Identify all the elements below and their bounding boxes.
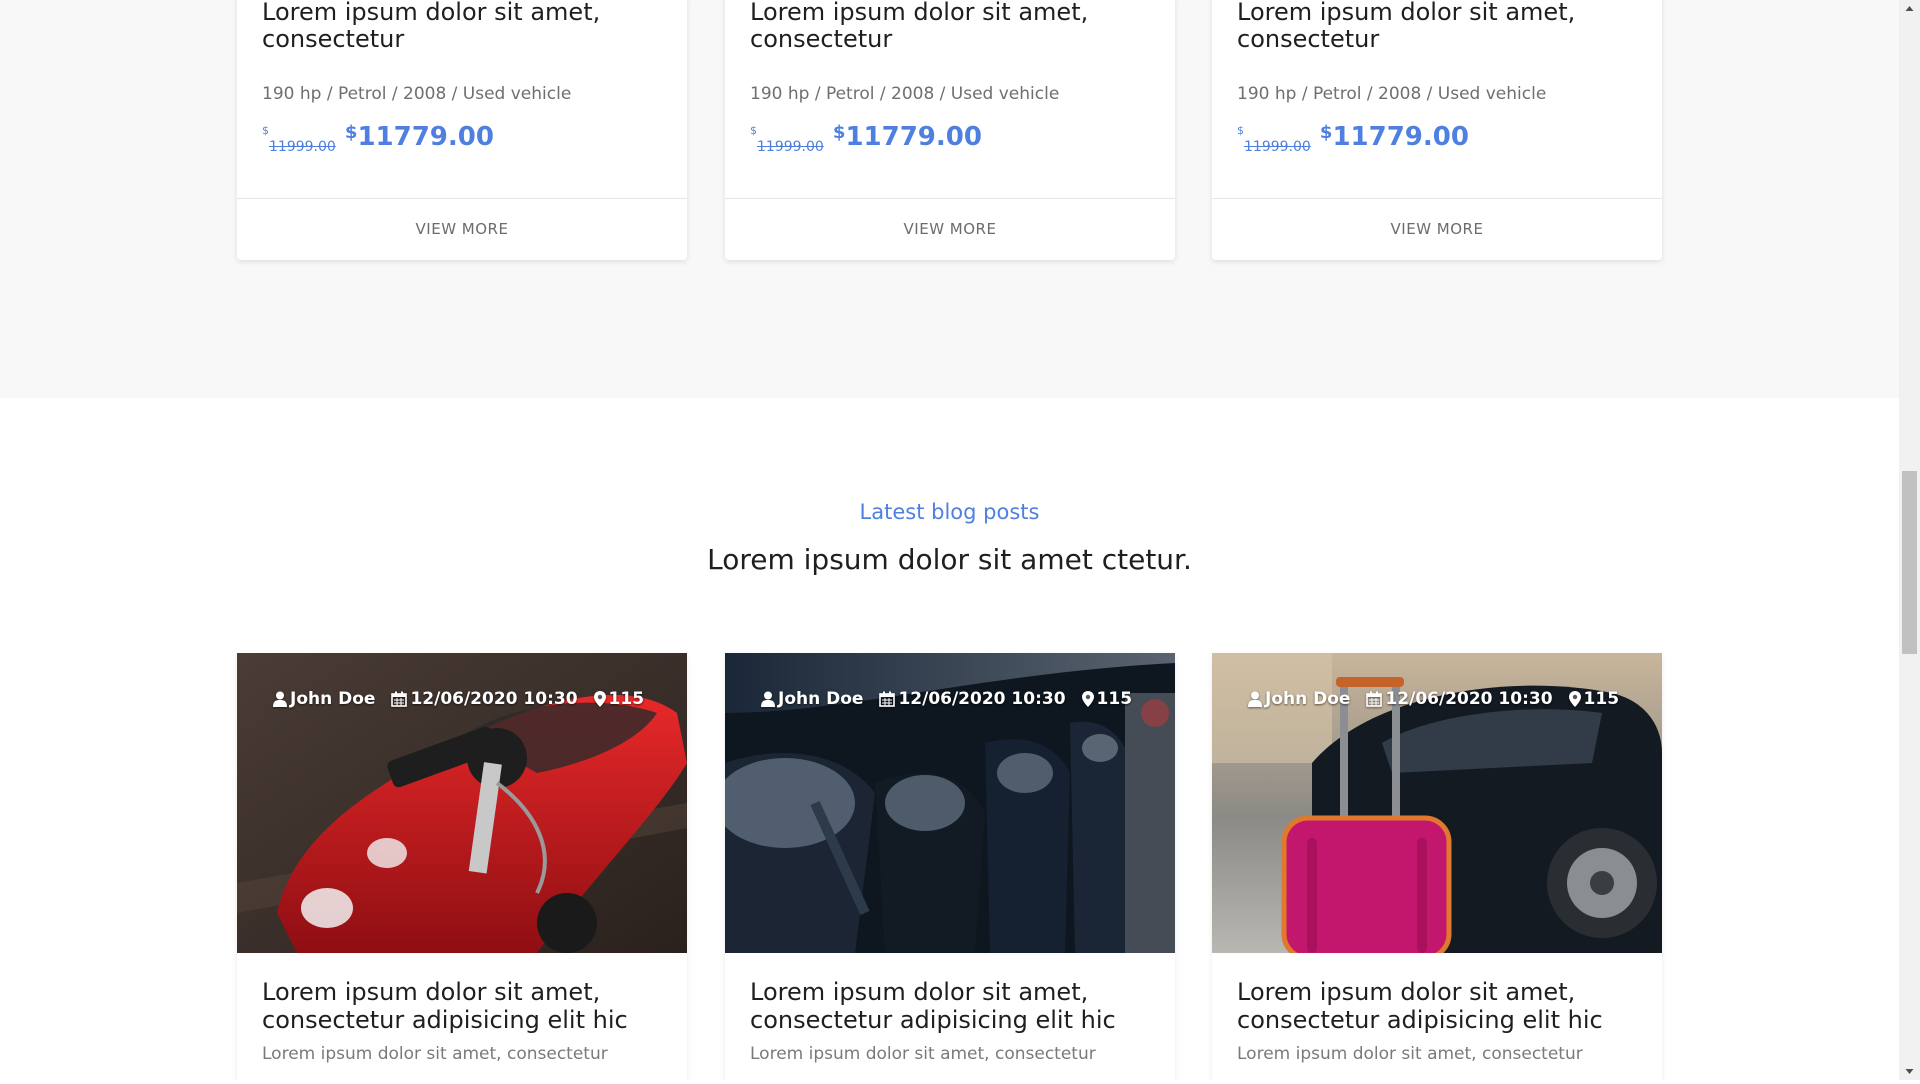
blog-card: John Doe 12/06/2020 10:30 115 Lorem ipsu… xyxy=(237,653,687,1080)
blog-heading: Lorem ipsum dolor sit amet ctetur. xyxy=(707,543,1192,576)
post-views: 115 xyxy=(1568,689,1620,709)
map-marker-icon xyxy=(1081,691,1094,707)
blog-card: John Doe 12/06/2020 10:30 115 Lorem ipsu… xyxy=(1212,653,1662,1080)
post-views-count: 115 xyxy=(1583,689,1620,709)
old-price: 11999.00 xyxy=(269,139,336,155)
blog-post-excerpt: Lorem ipsum dolor sit amet, consectetur xyxy=(750,1044,1096,1064)
post-views: 115 xyxy=(593,689,645,709)
vehicle-card: Lorem ipsum dolor sit amet, consectetur … xyxy=(725,0,1175,260)
new-price-currency: $ xyxy=(832,122,846,143)
new-price-currency: $ xyxy=(1319,122,1333,143)
vehicles-section: Lorem ipsum dolor sit amet, consectetur … xyxy=(0,0,1899,398)
post-date-text: 12/06/2020 10:30 xyxy=(1385,689,1553,709)
post-meta: John Doe 12/06/2020 10:30 115 xyxy=(761,689,1132,709)
view-more-button[interactable]: VIEW MORE xyxy=(725,199,1175,260)
vehicle-title[interactable]: Lorem ipsum dolor sit amet, consectetur xyxy=(262,0,662,53)
map-marker-icon xyxy=(593,691,606,707)
vertical-scrollbar[interactable] xyxy=(1899,0,1920,1080)
blog-eyebrow: Latest blog posts xyxy=(859,500,1040,524)
old-price-currency: $ xyxy=(1237,124,1244,137)
blog-post-image[interactable]: John Doe 12/06/2020 10:30 115 xyxy=(237,653,687,953)
vehicle-card: Lorem ipsum dolor sit amet, consectetur … xyxy=(1212,0,1662,260)
post-date-text: 12/06/2020 10:30 xyxy=(898,689,1066,709)
new-price: 11779.00 xyxy=(845,122,982,152)
blog-post-title[interactable]: Lorem ipsum dolor sit amet, consectetur … xyxy=(1237,978,1647,1034)
post-author-name: John Doe xyxy=(778,689,864,709)
page-viewport: Lorem ipsum dolor sit amet, consectetur … xyxy=(0,0,1899,1080)
calendar-icon xyxy=(1366,691,1383,707)
blog-post-title[interactable]: Lorem ipsum dolor sit amet, consectetur … xyxy=(750,978,1160,1034)
post-meta: John Doe 12/06/2020 10:30 115 xyxy=(273,689,644,709)
post-author[interactable]: John Doe xyxy=(761,689,863,709)
new-price-currency: $ xyxy=(344,122,358,143)
vehicle-price: $11999.00 $11779.00 xyxy=(750,122,982,155)
post-date: 12/06/2020 10:30 xyxy=(391,689,578,709)
post-meta: John Doe 12/06/2020 10:30 115 xyxy=(1248,689,1619,709)
blog-post-excerpt: Lorem ipsum dolor sit amet, consectetur xyxy=(1237,1044,1583,1064)
vehicle-price: $11999.00 $11779.00 xyxy=(1237,122,1469,155)
post-date: 12/06/2020 10:30 xyxy=(879,689,1066,709)
post-date: 12/06/2020 10:30 xyxy=(1366,689,1553,709)
post-author[interactable]: John Doe xyxy=(273,689,375,709)
user-icon xyxy=(1248,691,1262,707)
new-price: 11779.00 xyxy=(357,122,494,152)
blog-post-image[interactable]: John Doe 12/06/2020 10:30 115 xyxy=(725,653,1175,953)
blog-post-image[interactable]: John Doe 12/06/2020 10:30 115 xyxy=(1212,653,1662,953)
blog-post-excerpt: Lorem ipsum dolor sit amet, consectetur xyxy=(262,1044,608,1064)
new-price: 11779.00 xyxy=(1332,122,1469,152)
old-price-currency: $ xyxy=(750,124,757,137)
old-price: 11999.00 xyxy=(1244,139,1311,155)
blog-card: John Doe 12/06/2020 10:30 115 Lorem ipsu… xyxy=(725,653,1175,1080)
scrollbar-thumb[interactable] xyxy=(1902,471,1917,654)
blog-post-title[interactable]: Lorem ipsum dolor sit amet, consectetur … xyxy=(262,978,672,1034)
vehicle-title[interactable]: Lorem ipsum dolor sit amet, consectetur xyxy=(1237,0,1637,53)
user-icon xyxy=(761,691,775,707)
post-author[interactable]: John Doe xyxy=(1248,689,1350,709)
blog-section: Latest blog posts Lorem ipsum dolor sit … xyxy=(0,398,1899,1080)
scroll-up-arrow-icon[interactable] xyxy=(1899,0,1920,17)
vehicle-specs: 190 hp / Petrol / 2008 / Used vehicle xyxy=(750,84,1060,104)
vehicle-title[interactable]: Lorem ipsum dolor sit amet, consectetur xyxy=(750,0,1150,53)
map-marker-icon xyxy=(1568,691,1581,707)
calendar-icon xyxy=(391,691,408,707)
calendar-icon xyxy=(879,691,896,707)
post-views-count: 115 xyxy=(608,689,645,709)
vehicle-specs: 190 hp / Petrol / 2008 / Used vehicle xyxy=(262,84,572,104)
post-date-text: 12/06/2020 10:30 xyxy=(410,689,578,709)
post-author-name: John Doe xyxy=(1265,689,1351,709)
old-price: 11999.00 xyxy=(757,139,824,155)
view-more-button[interactable]: VIEW MORE xyxy=(1212,199,1662,260)
post-views-count: 115 xyxy=(1096,689,1133,709)
view-more-button[interactable]: VIEW MORE xyxy=(237,199,687,260)
post-author-name: John Doe xyxy=(290,689,376,709)
post-views: 115 xyxy=(1081,689,1133,709)
vehicle-card: Lorem ipsum dolor sit amet, consectetur … xyxy=(237,0,687,260)
vehicle-specs: 190 hp / Petrol / 2008 / Used vehicle xyxy=(1237,84,1547,104)
vehicle-price: $11999.00 $11779.00 xyxy=(262,122,494,155)
scroll-down-arrow-icon[interactable] xyxy=(1899,1063,1920,1080)
old-price-currency: $ xyxy=(262,124,269,137)
user-icon xyxy=(273,691,287,707)
